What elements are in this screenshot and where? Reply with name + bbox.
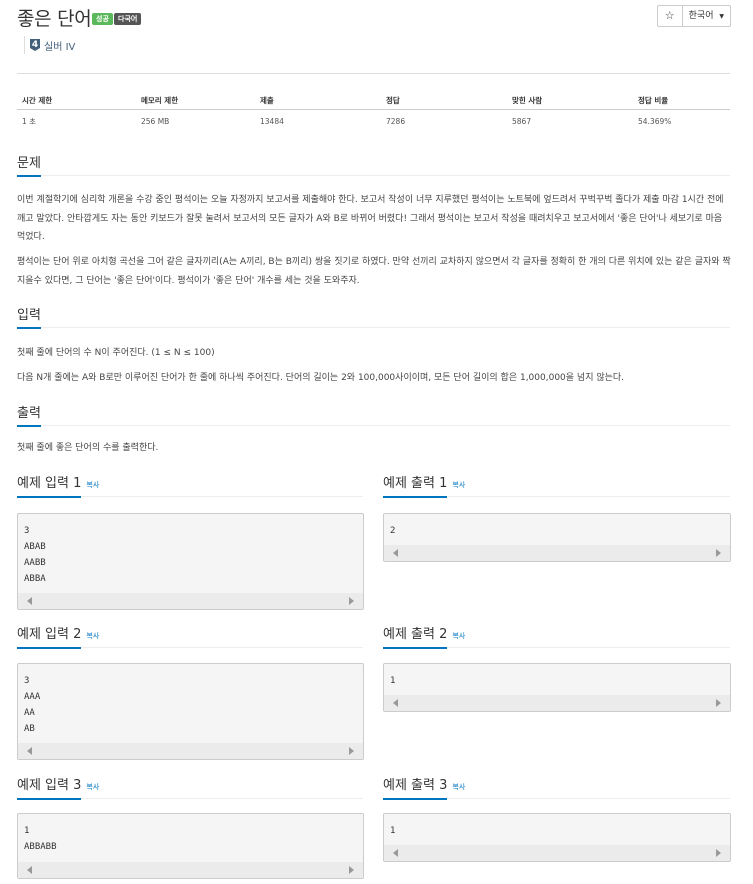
top-toolbar: ☆ 한국어 ▼ [656,5,731,27]
sample-input-2-header: 예제 입력 2 복사 [17,623,363,649]
input-paragraph-2: 다음 N개 줄에는 A와 B로만 이루어진 단어가 한 줄에 하나씩 주어진다.… [17,373,625,383]
value-solved[interactable]: 5867 [507,110,633,133]
sample-input-1-header: 예제 입력 1 복사 [17,472,363,498]
sample-input-2-box[interactable]: 3 AAA AA AB [17,663,364,760]
header-time-limit: 시간 제한 [17,91,136,110]
scroll-right-icon[interactable] [349,866,354,874]
header-divider [17,73,730,74]
sample-input-1-text: 3 ABAB AABB ABBA [24,526,46,584]
section-description-header: 문제 [17,152,730,177]
sample-output-1-box[interactable]: 2 [383,513,731,562]
section-input-title: 입력 [17,304,41,329]
sample-input-3-text: 1 ABBABB [24,826,57,852]
sample-output-2-box[interactable]: 1 [383,663,731,712]
section-description-title: 문제 [17,152,41,177]
scroll-right-icon[interactable] [349,747,354,755]
sample-input-3-title: 예제 입력 3 [17,774,82,800]
tier-text: 실버 IV [44,41,76,53]
table-row: 1 초 256 MB 13484 7286 5867 54.369% [17,110,730,133]
sample-input-2-text: 3 AAA AA AB [24,676,41,734]
sample-output-3-header: 예제 출력 3 복사 [383,774,730,800]
horizontal-scrollbar[interactable] [384,845,730,861]
header-accepted: 정답 [381,91,507,110]
scroll-right-icon[interactable] [716,699,721,707]
sample-output-2-header: 예제 출력 2 복사 [383,623,730,649]
description-paragraph-2: 평석이는 단어 위로 아치형 곡선을 그어 같은 글자끼리(A는 A끼리, B는… [17,257,731,286]
status-badge-multilang: 다국어 [114,13,142,25]
copy-sample-output-3[interactable]: 복사 [452,783,465,791]
scroll-left-icon[interactable] [393,549,398,557]
section-input-header: 입력 [17,304,730,329]
section-output-header: 출력 [17,402,730,427]
header-submissions: 제출 [255,91,381,110]
sample-output-3-title: 예제 출력 3 [383,774,448,800]
problem-info-table: 시간 제한 메모리 제한 제출 정답 맞힌 사람 정답 비율 1 초 256 M… [17,91,730,132]
scroll-left-icon[interactable] [27,747,32,755]
copy-sample-input-2[interactable]: 복사 [86,632,99,640]
sample-input-2-title: 예제 입력 2 [17,623,82,649]
sample-input-1-title: 예제 입력 1 [17,472,82,498]
scroll-right-icon[interactable] [716,849,721,857]
sample-output-3-text: 1 [390,826,396,836]
header-memory-limit: 메모리 제한 [136,91,255,110]
scroll-left-icon[interactable] [393,699,398,707]
header-solved: 맞힌 사람 [507,91,633,110]
horizontal-scrollbar[interactable] [18,593,363,609]
tier-label[interactable]: 4 실버 IV [24,36,75,54]
star-icon[interactable]: ☆ [656,5,683,27]
sample-input-1-box[interactable]: 3 ABAB AABB ABBA [17,513,364,610]
scroll-right-icon[interactable] [716,549,721,557]
language-dropdown[interactable]: 한국어 ▼ [682,5,731,27]
value-ratio: 54.369% [638,116,672,126]
scroll-left-icon[interactable] [27,597,32,605]
status-badge-success: 성공 [92,13,113,25]
copy-sample-output-1[interactable]: 복사 [452,481,465,489]
copy-sample-output-2[interactable]: 복사 [452,632,465,640]
copy-sample-input-1[interactable]: 복사 [86,481,99,489]
sample-input-3-header: 예제 입력 3 복사 [17,774,363,800]
horizontal-scrollbar[interactable] [384,545,730,561]
sample-output-1-title: 예제 출력 1 [383,472,448,498]
sample-output-3-box[interactable]: 1 [383,813,731,862]
table-header-row: 시간 제한 메모리 제한 제출 정답 맞힌 사람 정답 비율 [17,91,730,110]
header-ratio: 정답 비율 [633,91,730,110]
section-output-title: 출력 [17,402,41,427]
value-time-limit: 1 초 [22,116,37,126]
sample-output-1-header: 예제 출력 1 복사 [383,472,730,498]
problem-title: 좋은 단어 [17,8,92,30]
description-paragraph-1: 이번 계절학기에 심리학 개론을 수강 중인 평석이는 오늘 자정까지 보고서를… [17,195,724,242]
scroll-left-icon[interactable] [393,849,398,857]
value-memory-limit: 256 MB [141,116,170,126]
horizontal-scrollbar[interactable] [384,695,730,711]
sample-output-2-text: 1 [390,676,396,686]
value-submissions[interactable]: 13484 [255,110,381,133]
sample-output-1-text: 2 [390,526,396,536]
input-paragraph-1: 첫째 줄에 단어의 수 N이 주어진다. (1 ≤ N ≤ 100) [17,348,215,358]
caret-down-icon: ▼ [719,13,724,20]
sample-output-2-title: 예제 출력 2 [383,623,448,649]
language-label: 한국어 [688,11,714,21]
sample-input-3-box[interactable]: 1 ABBABB [17,813,364,879]
value-accepted[interactable]: 7286 [381,110,507,133]
copy-sample-input-3[interactable]: 복사 [86,783,99,791]
horizontal-scrollbar[interactable] [18,862,363,878]
scroll-right-icon[interactable] [349,597,354,605]
horizontal-scrollbar[interactable] [18,743,363,759]
scroll-left-icon[interactable] [27,866,32,874]
tier-icon: 4 [30,39,40,51]
output-paragraph-1: 첫째 줄에 좋은 단어의 수를 출력한다. [17,443,159,453]
